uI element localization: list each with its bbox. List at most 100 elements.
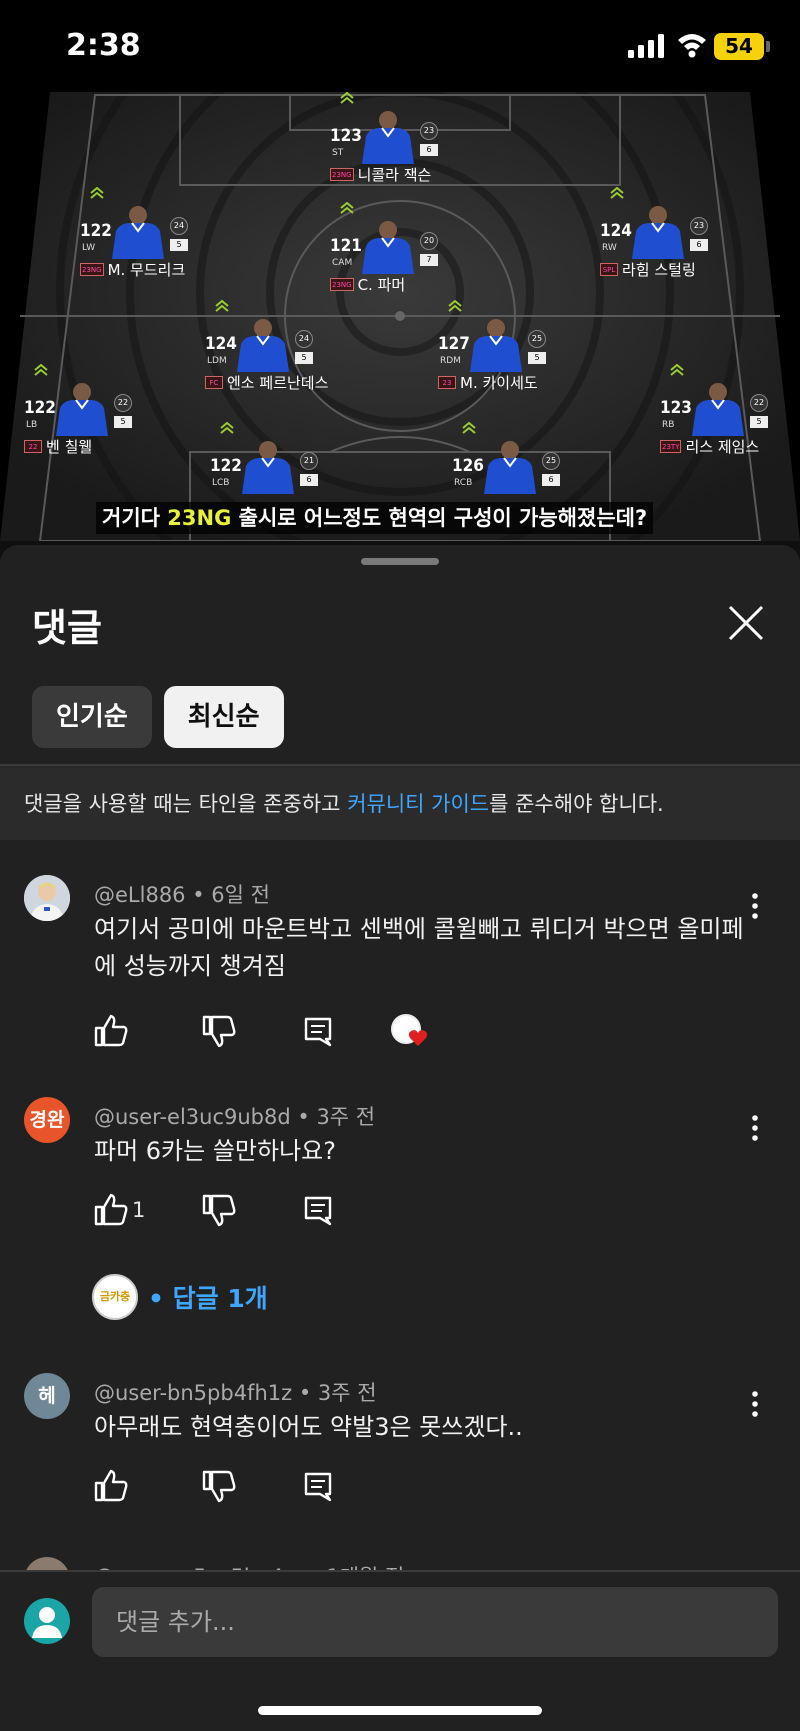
player-grade: 7 (420, 254, 438, 266)
player-kit-icon (632, 206, 684, 259)
thumbs-up-icon[interactable] (92, 1190, 132, 1230)
player-name: 리스 제임스 (685, 438, 760, 456)
view-replies-button[interactable]: 금카충 • 답글 1개 (92, 1274, 268, 1320)
chevron-up-icon (215, 300, 229, 312)
player-kit-icon (56, 383, 108, 436)
player-level: 20 (420, 232, 438, 250)
chevron-up-icon (220, 422, 234, 434)
player-grade: 5 (295, 352, 313, 364)
player-ovr: 123 (330, 126, 362, 146)
player-kit-icon (242, 441, 294, 494)
reply-icon[interactable] (298, 1011, 338, 1051)
avatar[interactable]: 헤 (24, 1373, 70, 1419)
status-bar: 2:38 54 (0, 0, 800, 92)
player-name-row: 23NG 니콜라 잭슨 (330, 164, 431, 185)
more-vert-icon[interactable] (740, 1111, 770, 1145)
player-name: 벤 칠웰 (46, 438, 93, 456)
battery-indicator: 54 (714, 33, 764, 60)
player-ovr: 124 (205, 334, 237, 354)
player-name-row: 22 벤 칠웰 (24, 436, 92, 457)
thumbs-down-icon[interactable] (200, 1011, 240, 1051)
player-position: RCB (454, 478, 473, 488)
chevron-up-icon (610, 187, 624, 199)
player-level: 22 (750, 394, 768, 412)
player-name: 라힘 스털링 (622, 261, 696, 279)
player-name-row: 23TY 리스 제임스 (660, 436, 759, 457)
comment-meta[interactable]: @user-el3uc9ub8d • 3주 전 (94, 1101, 375, 1131)
subtitle-text-post: 출시로 어느정도 현역의 구성이 가능해졌는데? (231, 506, 648, 530)
community-guide-notice: 댓글을 사용할 때는 타인을 존중하고 커뮤니티 가이드를 준수해야 합니다. (0, 766, 800, 840)
player-ovr: 123 (660, 398, 692, 418)
community-guidelines-link[interactable]: 커뮤니티 가이드 (347, 792, 489, 816)
player-grade: 6 (542, 474, 560, 486)
chevron-up-icon (90, 187, 104, 199)
comment-text: 여기서 공미에 마운트박고 센백에 콜윌빼고 뤼디거 박으면 올미페에 성능까지… (94, 915, 744, 980)
player-ovr: 121 (330, 236, 362, 256)
like-count: 1 (132, 1198, 146, 1222)
chevron-up-icon (34, 364, 48, 376)
player-level: 25 (528, 330, 546, 348)
more-vert-icon[interactable] (740, 889, 770, 923)
close-icon[interactable] (722, 599, 770, 647)
reply-icon[interactable] (298, 1466, 338, 1506)
player-kit-icon (484, 441, 536, 494)
player-name: M. 카이세도 (460, 374, 538, 392)
thumbs-up-icon[interactable] (92, 1011, 132, 1051)
drag-handle[interactable] (361, 558, 439, 565)
comment-meta[interactable]: @user-bn5pb4fh1z • 3주 전 (94, 1377, 377, 1407)
comment-text: 파머 6카는 쓸만하나요? (94, 1137, 336, 1165)
chevron-up-icon (448, 300, 462, 312)
player-position: RDM (440, 356, 461, 366)
season-badge: 23 (438, 376, 456, 389)
season-badge: 23TY (660, 440, 682, 453)
chip-popular[interactable]: 인기순 (32, 686, 152, 748)
video-subtitle: 거기다 23NG 출시로 어느정도 현역의 구성이 가능해졌는데? (96, 502, 654, 534)
player-ovr: 127 (438, 334, 470, 354)
thumbs-up-icon[interactable] (92, 1466, 132, 1506)
video-player[interactable]: 123 ST 23 6 23NG 니콜라 잭슨 122 LW 24 5 23NG M. 무드리크 121… (0, 92, 800, 541)
player-level: 24 (295, 330, 313, 348)
player-name: 엔소 페르난데스 (227, 374, 329, 392)
player-name-row: FC 엔소 페르난데스 (205, 372, 328, 393)
more-vert-icon[interactable] (740, 1387, 770, 1421)
sheet-title: 댓글 (32, 606, 102, 650)
user-photo-icon (24, 875, 70, 921)
chip-newest[interactable]: 최신순 (163, 686, 284, 748)
player-kit-icon (237, 319, 289, 372)
player-name-row: 23NG M. 무드리크 (80, 259, 185, 280)
replies-count[interactable]: • 답글 1개 (148, 1279, 268, 1315)
player-grade: 6 (690, 239, 708, 251)
subtitle-text-pre: 거기다 (102, 506, 168, 530)
player-position: LW (82, 243, 96, 253)
thumbs-down-icon[interactable] (200, 1190, 240, 1230)
player-card: 122 LB 22 5 22 벤 칠웰 (24, 364, 174, 464)
status-time: 2:38 (66, 28, 141, 63)
heart-icon (408, 1030, 428, 1046)
player-card: 123 ST 23 6 23NG 니콜라 잭슨 (330, 92, 480, 192)
home-indicator[interactable] (258, 1706, 542, 1715)
season-badge: 23NG (80, 263, 104, 276)
player-ovr: 122 (80, 221, 112, 241)
player-ovr: 126 (452, 456, 484, 476)
user-icon (32, 1607, 62, 1638)
player-kit-icon (362, 111, 414, 164)
chevron-up-icon (340, 92, 354, 104)
reply-icon[interactable] (298, 1190, 338, 1230)
avatar[interactable]: 경완 (24, 1097, 70, 1143)
player-level: 25 (542, 452, 560, 470)
comment-text: 아무래도 현역충이어도 약발3은 못쓰겠다.. (94, 1413, 523, 1441)
player-name-row: 23 M. 카이세도 (438, 372, 538, 393)
comment-meta[interactable]: @eLl886 • 6일 전 (94, 879, 270, 909)
season-badge: 23NG (330, 278, 354, 291)
player-card: 124 RW 23 6 SPL 라힘 스털링 (600, 187, 750, 287)
add-comment-input[interactable]: 댓글 추가... (92, 1587, 778, 1657)
season-badge: 22 (24, 440, 42, 453)
player-grade: 5 (528, 352, 546, 364)
avatar[interactable] (24, 875, 70, 921)
battery-tip (766, 41, 770, 52)
thumbs-down-icon[interactable] (200, 1466, 240, 1506)
player-ovr: 122 (24, 398, 56, 418)
player-position: RB (662, 420, 675, 430)
cellular-signal-icon (628, 34, 664, 58)
player-ovr: 124 (600, 221, 632, 241)
